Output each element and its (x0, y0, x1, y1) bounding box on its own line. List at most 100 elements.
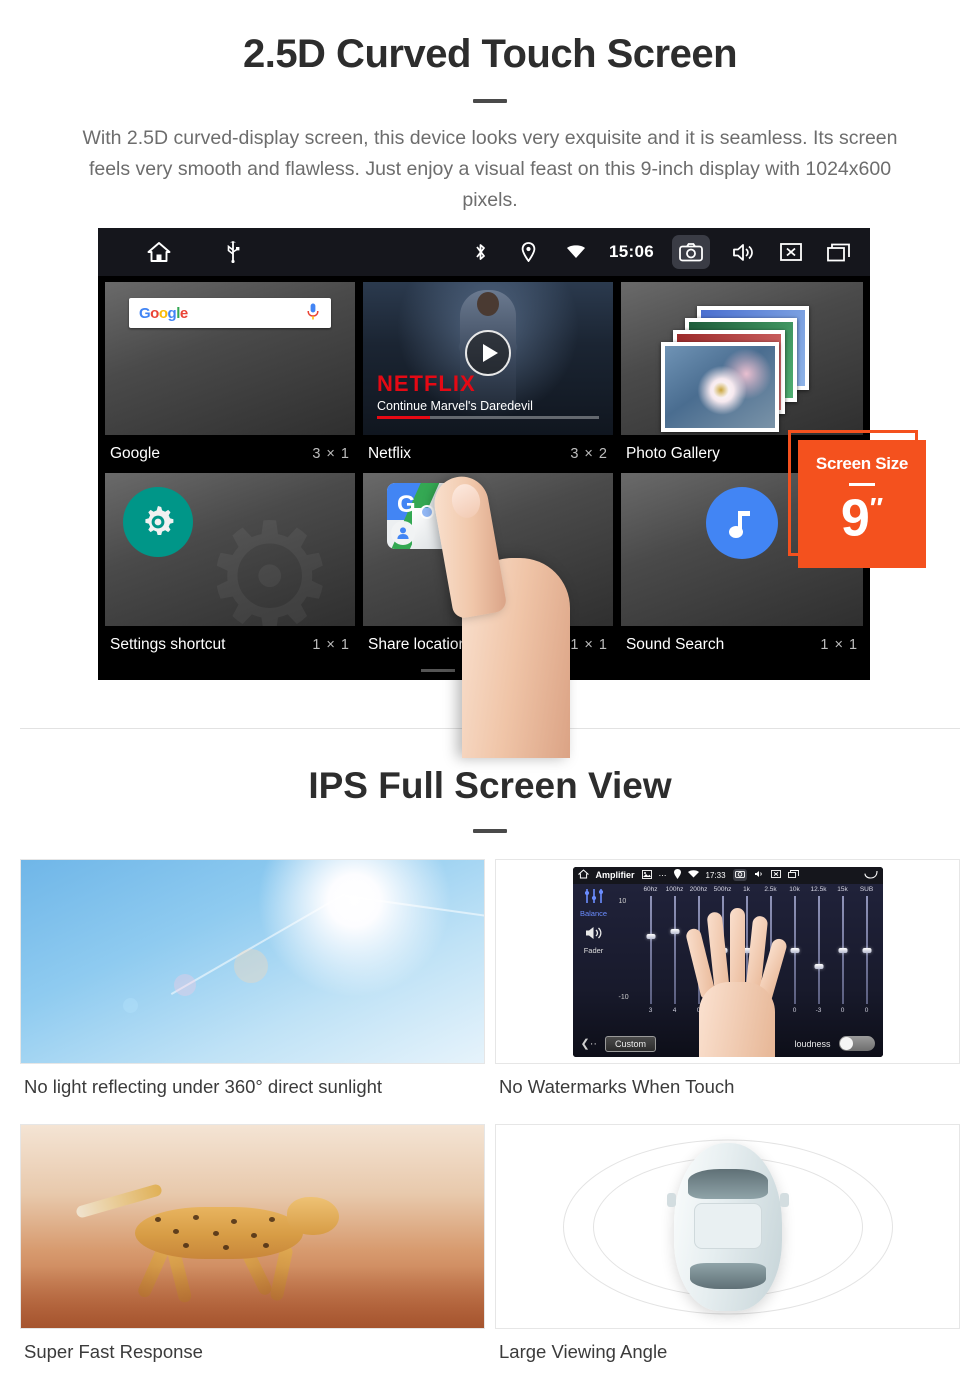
sidebar-item-balance[interactable]: Balance (573, 888, 615, 918)
google-maps-icon[interactable]: G (386, 483, 453, 549)
recents-icon[interactable] (787, 870, 799, 880)
eq-band-frequency: 2.5k (764, 885, 777, 893)
eq-band-value: 4 (672, 1006, 677, 1014)
maps-g-letter: G (396, 491, 416, 518)
back-icon[interactable] (863, 870, 878, 881)
eq-band[interactable]: 100hz 4 (665, 886, 685, 1014)
widget-settings-shortcut[interactable]: ⚙ Settings shortcut 1 × 1 (104, 472, 356, 663)
widget-name: Share location (367, 636, 468, 653)
badge-label: Screen Size (815, 454, 909, 473)
eq-band[interactable]: SUB 0 (857, 886, 877, 1014)
wifi-icon[interactable] (687, 870, 699, 880)
eq-band[interactable]: 15k 0 (833, 886, 853, 1014)
eq-band-knob[interactable] (646, 933, 655, 939)
usb-icon[interactable] (218, 237, 248, 267)
eq-band-track[interactable] (862, 895, 871, 1004)
eq-band-track[interactable] (670, 895, 679, 1004)
widget-share-location[interactable]: G Share location 1 × 1 (361, 472, 614, 663)
volume-icon[interactable] (728, 237, 758, 267)
page-dot[interactable] (421, 669, 455, 672)
widget-row-2: ⚙ Settings shortcut 1 × 1 G Share locati… (104, 472, 865, 663)
camera-icon[interactable] (672, 235, 710, 269)
car-illustration (666, 1142, 789, 1311)
page-dot[interactable] (467, 669, 501, 672)
eq-band-frequency: 10k (789, 885, 800, 893)
location-icon[interactable] (513, 237, 543, 267)
preset-button[interactable]: Custom (605, 1035, 657, 1052)
page-indicator[interactable] (98, 669, 870, 672)
status-bar: 15:06 (98, 228, 870, 276)
eq-band-track[interactable] (838, 895, 847, 1004)
widget-size: 3 × 2 (570, 446, 608, 462)
eq-band-value: 0 (840, 1006, 845, 1014)
card-caption: Large Viewing Angle (499, 1341, 668, 1362)
widget-name: Sound Search (625, 636, 725, 653)
lens-flare (122, 998, 138, 1014)
page-dot-active[interactable] (513, 669, 547, 672)
feature-card-sunlight: No light reflecting under 360° direct su… (20, 859, 485, 1114)
recents-icon[interactable] (824, 237, 854, 267)
close-icon[interactable] (776, 237, 806, 267)
camera-icon[interactable] (732, 869, 747, 881)
person-avatar-icon (390, 521, 415, 545)
eq-band-knob[interactable] (838, 947, 847, 953)
volume-icon[interactable] (754, 870, 764, 880)
cheetah-photo (21, 1125, 484, 1328)
eq-band[interactable]: 12.5k -3 (809, 886, 829, 1014)
card-caption: No Watermarks When Touch (499, 1076, 735, 1097)
widget-name: Settings shortcut (110, 636, 226, 653)
widget-name: Netflix (367, 445, 412, 462)
eq-band-track[interactable] (790, 895, 799, 1004)
feature-card-grid: No light reflecting under 360° direct su… (20, 859, 960, 1379)
more-icon[interactable]: ⋯ (659, 871, 667, 880)
back-arrow-icon[interactable]: ❮·· (581, 1037, 598, 1050)
home-icon[interactable] (144, 237, 174, 267)
sidebar-item-fader[interactable]: Fader (573, 925, 615, 955)
netflix-artwork: NETFLIX Continue Marvel's Daredevil (362, 282, 613, 435)
home-icon[interactable] (577, 869, 589, 881)
widget-size: 3 × 1 (312, 446, 350, 462)
music-note-icon[interactable] (705, 487, 778, 559)
loudness-toggle[interactable] (838, 1036, 875, 1051)
settings-widget-tile[interactable]: ⚙ (104, 472, 356, 627)
eq-scale-min: -10 (618, 993, 629, 1001)
amplifier-screenshot[interactable]: Amplifier ⋯ 17:33 Balance Fader 10 -10 6… (572, 866, 883, 1057)
google-search-bar[interactable]: Google (129, 298, 331, 328)
eq-band-knob[interactable] (862, 947, 871, 953)
bluetooth-icon[interactable] (465, 237, 495, 267)
widget-size: 1 × 1 (312, 637, 350, 653)
image-icon[interactable] (641, 869, 652, 881)
sunlight-photo (21, 860, 484, 1063)
widget-grid: Google Google 3 × 1 NETFLIX Continue Mar… (98, 276, 870, 663)
location-icon[interactable] (673, 869, 681, 881)
eq-band[interactable]: 60hz 3 (641, 886, 661, 1014)
intro-paragraph: With 2.5D curved-display screen, this de… (82, 127, 898, 211)
microphone-icon[interactable] (307, 303, 321, 323)
gear-watermark-icon: ⚙ (202, 493, 337, 627)
widget-netflix[interactable]: NETFLIX Continue Marvel's Daredevil Netf… (361, 281, 614, 472)
eq-band[interactable]: 10k 0 (785, 886, 805, 1014)
eq-band-knob[interactable] (790, 947, 799, 953)
share-location-widget-tile[interactable]: G (361, 472, 614, 627)
eq-band-track[interactable] (814, 895, 823, 1004)
page-title: 2.5D Curved Touch Screen (242, 32, 738, 76)
photo-gallery-widget-tile[interactable] (619, 281, 865, 436)
widget-google[interactable]: Google Google 3 × 1 (104, 281, 356, 472)
device-showcase: 15:06 Google Google 3 × 1 NETFLIX Contin… (0, 228, 980, 758)
close-icon[interactable] (770, 870, 781, 880)
netflix-widget-tile[interactable]: NETFLIX Continue Marvel's Daredevil (361, 281, 614, 436)
eq-band-frequency: 200hz (689, 885, 708, 893)
eq-band-knob[interactable] (670, 928, 679, 934)
eq-band-knob[interactable] (814, 963, 823, 969)
lens-flare (233, 949, 268, 984)
android-head-unit-screen[interactable]: 15:06 Google Google 3 × 1 NETFLIX Contin… (98, 228, 870, 680)
google-widget-tile[interactable]: Google (104, 281, 356, 436)
gear-icon[interactable] (123, 487, 193, 557)
loudness-label: loudness (794, 1038, 831, 1049)
widget-name: Google (110, 445, 160, 462)
wifi-icon[interactable] (561, 237, 591, 267)
eq-band-track[interactable] (646, 895, 655, 1004)
play-button[interactable] (464, 330, 511, 376)
character-head (476, 292, 499, 316)
card-image-frame (20, 1124, 485, 1329)
